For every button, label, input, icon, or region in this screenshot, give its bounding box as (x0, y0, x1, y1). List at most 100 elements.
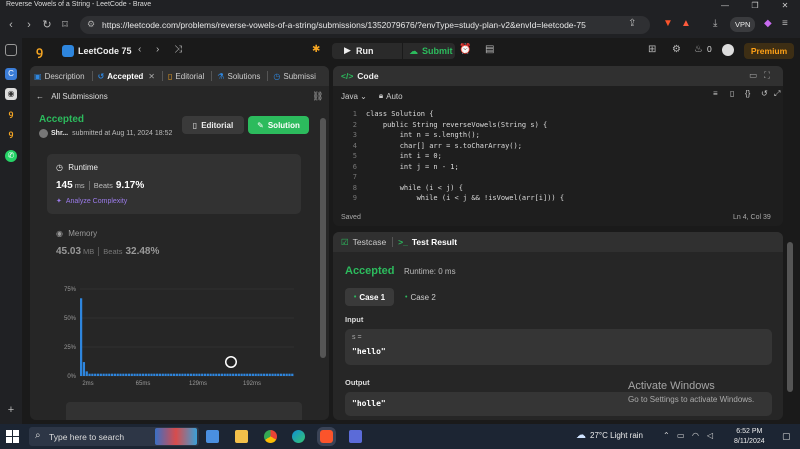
histogram-bar[interactable] (263, 373, 266, 376)
histogram-bar[interactable] (291, 373, 294, 376)
histogram-bar[interactable] (189, 373, 193, 376)
right-scrollbar[interactable] (786, 232, 794, 420)
histogram-bar[interactable] (181, 373, 184, 376)
right-scrollbar-thumb[interactable] (787, 242, 793, 392)
fire-streak-icon[interactable]: ♨ (694, 44, 703, 55)
site-c-icon[interactable]: C (5, 68, 17, 80)
whatsapp-icon[interactable]: ✆ (5, 150, 17, 162)
histogram-bar[interactable] (217, 373, 221, 376)
settings-gear-icon[interactable]: ⚙ (672, 44, 681, 55)
code-line[interactable]: 7 (333, 173, 783, 184)
tab-testcase[interactable]: ☑ Testcase (341, 237, 386, 248)
code-line[interactable]: 6 int j = n - 1; (333, 163, 783, 174)
code-line[interactable]: 4 char[] arr = s.toCharArray(); (333, 142, 783, 153)
histogram-bar[interactable] (141, 373, 145, 376)
histogram-bar[interactable] (102, 373, 105, 376)
code-line[interactable]: 2 public String reverseVowels(String s) … (333, 121, 783, 132)
histogram-bar[interactable] (206, 373, 209, 376)
username[interactable]: Shr... (51, 130, 68, 137)
avatar[interactable] (722, 44, 734, 56)
tab-solutions[interactable]: ⚗ Solutions (217, 72, 260, 81)
histogram-bar[interactable] (110, 373, 114, 376)
site-info-icon[interactable]: ⚙ (87, 19, 95, 30)
histogram-bar[interactable] (195, 373, 198, 376)
histogram-bar[interactable] (192, 373, 195, 376)
histogram-bar[interactable] (85, 371, 88, 376)
histogram-bar[interactable] (105, 373, 108, 376)
histogram-bar[interactable] (175, 373, 178, 376)
braces-icon[interactable]: {} (745, 89, 750, 98)
all-submissions-link[interactable]: ← All Submissions (36, 92, 108, 101)
windows-start-icon[interactable] (6, 430, 19, 443)
submit-button[interactable]: ☁ Submit (403, 43, 455, 59)
histogram-bar[interactable] (153, 373, 156, 376)
histogram-bar[interactable] (246, 373, 249, 376)
notes-icon[interactable]: ▤ (485, 44, 494, 55)
runtime-card[interactable]: ◷ Runtime 145 ms Beats 9.17% ✦ Analyze Comp… (47, 154, 301, 214)
minimize-icon[interactable]: — (710, 0, 740, 12)
histogram-bar[interactable] (116, 373, 119, 376)
left-scrollbar-thumb[interactable] (320, 118, 326, 358)
code-line[interactable]: 3 int n = s.length(); (333, 131, 783, 142)
forward-icon[interactable]: › (22, 18, 36, 32)
histogram-bar[interactable] (212, 373, 215, 376)
vpn-button[interactable]: VPN (730, 17, 756, 32)
histogram-bar[interactable] (234, 373, 238, 376)
histogram-bar[interactable] (99, 373, 102, 376)
mode-label[interactable]: Auto (386, 92, 402, 101)
histogram-bar[interactable] (265, 373, 269, 376)
histogram-bar[interactable] (226, 373, 229, 376)
histogram-bar[interactable] (156, 373, 159, 376)
visual-studio-icon[interactable] (349, 430, 362, 443)
histogram-bar[interactable] (223, 373, 226, 376)
histogram-bar[interactable] (161, 373, 164, 376)
fullscreen-icon[interactable]: ⤢ (774, 89, 780, 99)
study-plan-selector[interactable]: LeetCode 75 (62, 44, 132, 58)
network-icon[interactable]: ▭ (677, 431, 685, 440)
histogram-bar[interactable] (82, 362, 86, 376)
mail-icon[interactable] (206, 430, 219, 443)
analyze-complexity-link[interactable]: ✦ Analyze Complexity (56, 197, 127, 205)
code-line[interactable]: 1 class Solution { (333, 110, 783, 121)
histogram-bar[interactable] (113, 373, 117, 376)
language-select[interactable]: Java ⌄ (341, 92, 367, 101)
bookmark-icon[interactable]: ▯ (730, 89, 734, 98)
code-line[interactable]: 8 while (i < j) { (333, 184, 783, 195)
histogram-bar[interactable] (91, 373, 94, 376)
file-explorer-icon[interactable] (235, 430, 248, 443)
runtime-distribution-chart[interactable]: 75% 50% 25% 0% 2ms 65ms 129ms 192ms (50, 281, 300, 393)
histogram-bar[interactable] (277, 373, 280, 376)
histogram-bar[interactable] (136, 373, 139, 376)
histogram-bar[interactable] (150, 373, 153, 376)
timer-icon[interactable]: ⏰ (459, 44, 471, 55)
histogram-bar[interactable] (167, 373, 170, 376)
layout-icon[interactable]: ⊞ (648, 44, 656, 55)
leetcode-logo-icon[interactable]: ꝯ (36, 44, 50, 58)
histogram-bar[interactable] (229, 373, 232, 376)
back-icon[interactable]: ‹ (4, 18, 18, 32)
chrome-icon[interactable] (264, 430, 277, 443)
format-icon[interactable]: ≡ (713, 89, 718, 98)
premium-button[interactable]: Premium (744, 43, 794, 59)
download-icon[interactable]: ⤓ (713, 18, 717, 29)
menu-icon[interactable]: ≡ (782, 18, 788, 29)
shuffle-icon[interactable]: ⤨ (174, 44, 182, 55)
histogram-bar[interactable] (260, 373, 263, 376)
histogram-bar[interactable] (271, 373, 274, 376)
reload-icon[interactable]: ↻ (40, 18, 54, 32)
histogram-bar[interactable] (147, 373, 150, 376)
histogram-bar[interactable] (201, 373, 204, 376)
solution-button[interactable]: ✎ Solution (248, 116, 309, 134)
chevron-up-icon[interactable]: ⌃ (663, 431, 670, 440)
histogram-bar[interactable] (282, 373, 285, 376)
histogram-bar[interactable] (268, 373, 271, 376)
histogram-bar[interactable] (232, 373, 235, 376)
brave-icon[interactable] (320, 430, 333, 443)
taskbar-search[interactable]: ⌕ Type here to search (29, 427, 199, 446)
histogram-bar[interactable] (96, 373, 100, 376)
histogram-bar[interactable] (251, 373, 254, 376)
tab-submissions[interactable]: ◷ Submissi (273, 72, 315, 81)
histogram-bar[interactable] (122, 373, 125, 376)
sidebar-toggle-icon[interactable] (5, 44, 17, 56)
code-line[interactable]: 9 while (i < j && !isVowel(arr[i])) { (333, 194, 783, 205)
